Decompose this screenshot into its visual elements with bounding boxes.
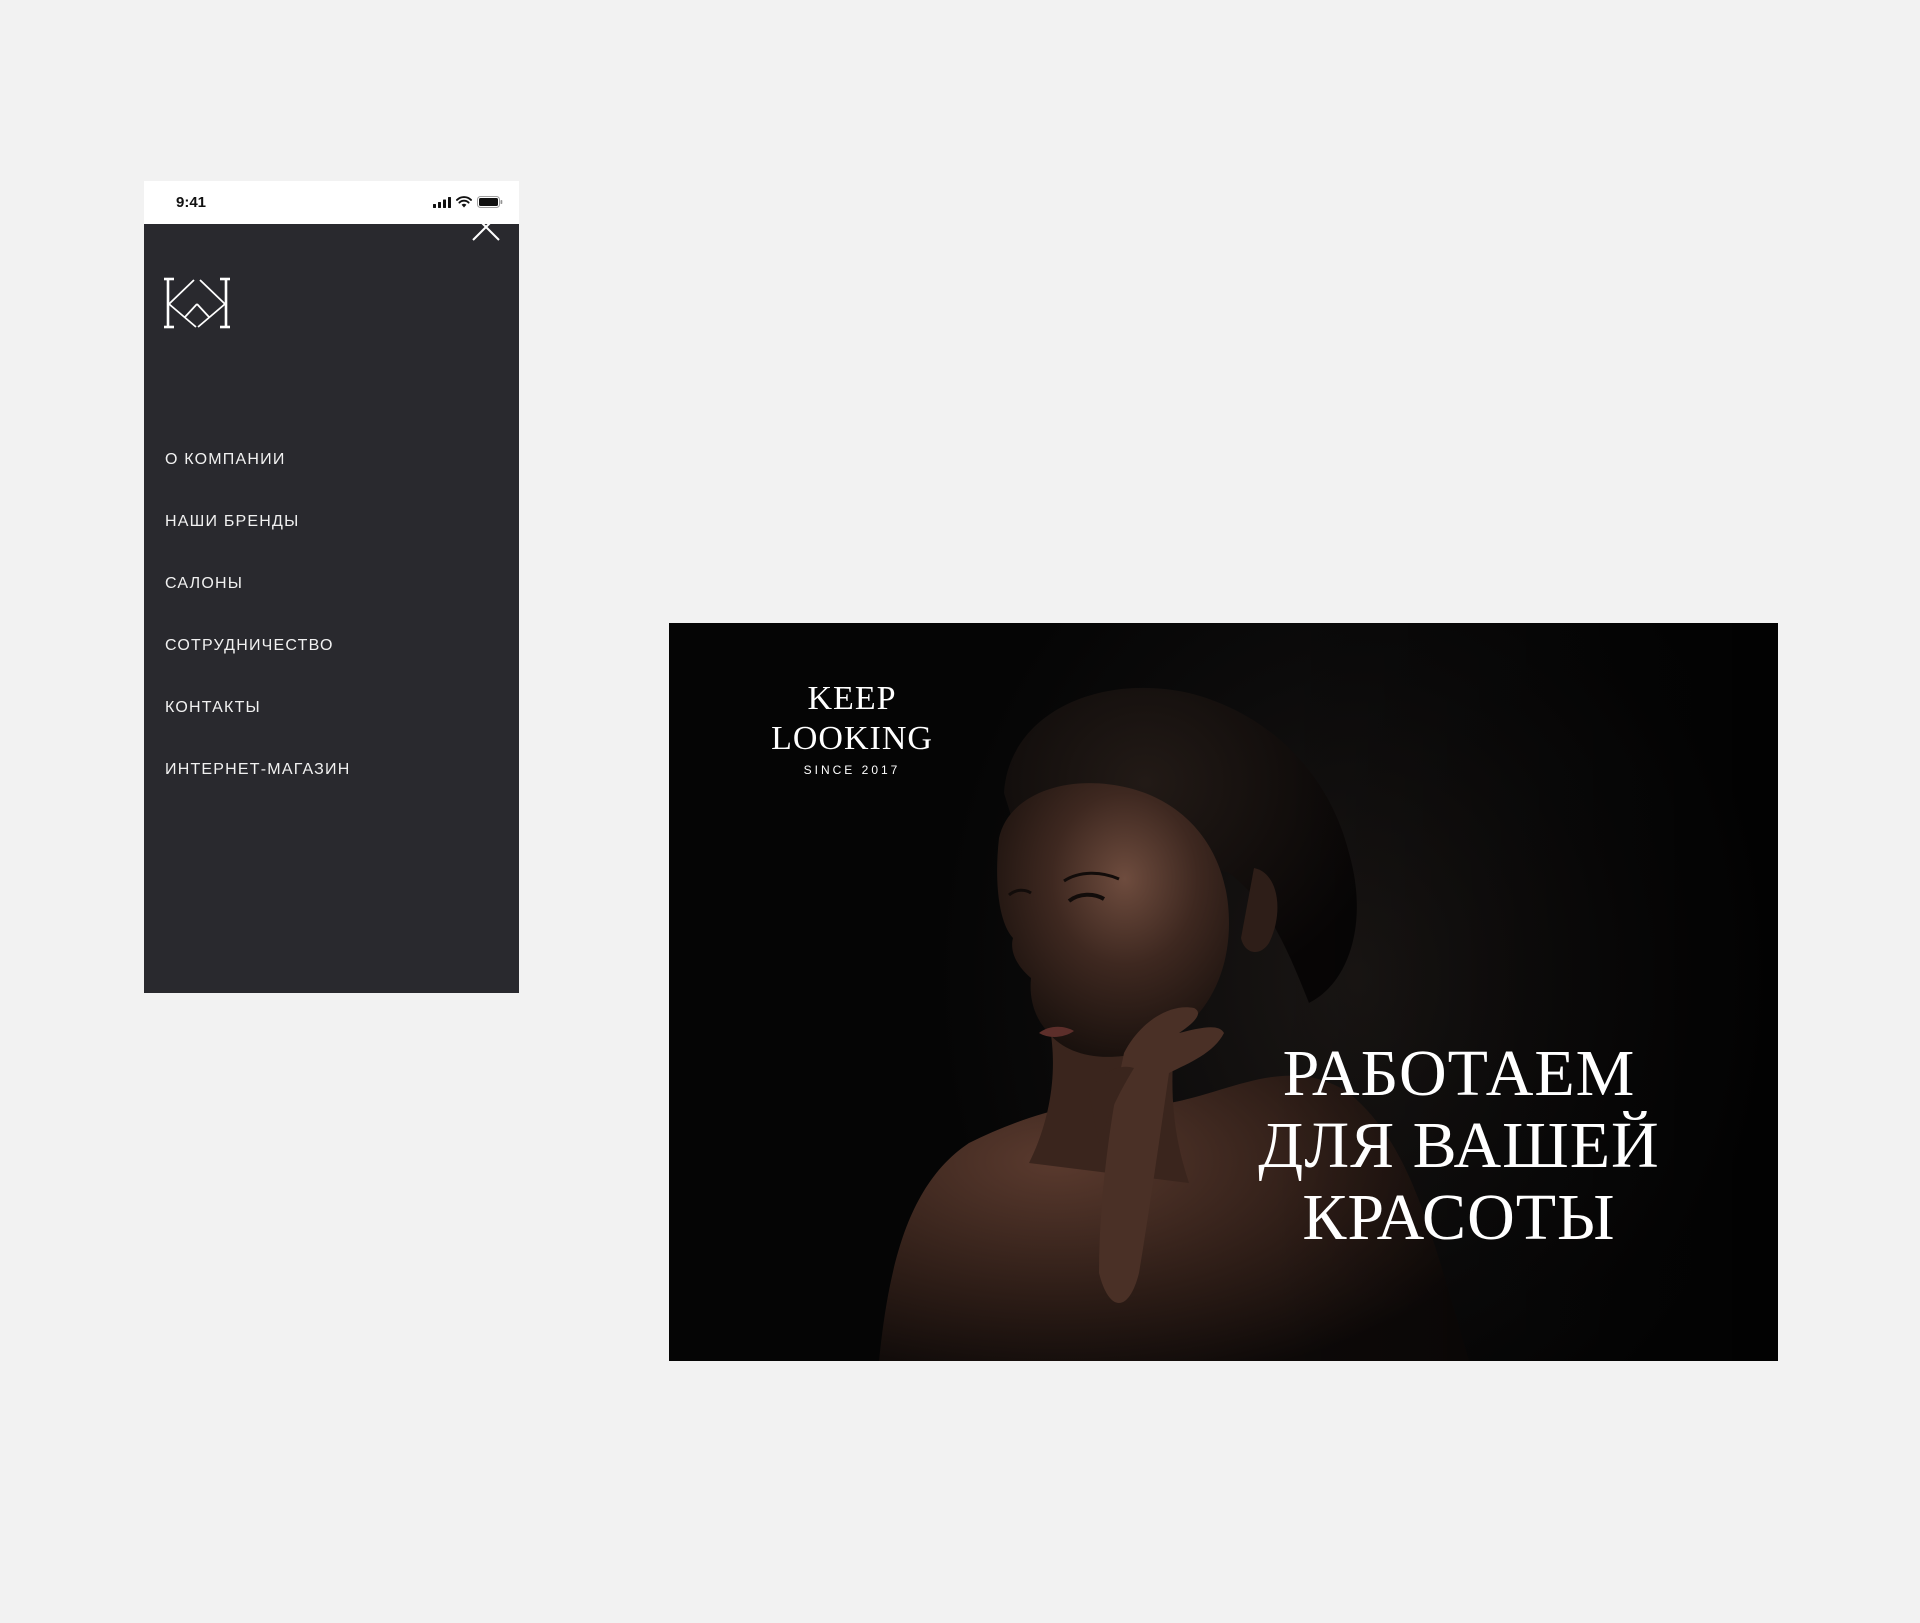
brand-monogram-logo[interactable] <box>164 277 230 329</box>
headline-line-2: ДЛЯ ВАШЕЙ <box>1258 1109 1660 1182</box>
status-icons <box>433 196 503 208</box>
cellular-signal-icon <box>433 196 451 208</box>
status-bar: 9:41 <box>144 181 519 224</box>
status-time: 9:41 <box>176 194 207 211</box>
brand-since: SINCE 2017 <box>803 763 901 777</box>
battery-icon <box>477 196 503 208</box>
brand-name: KEEP LOOKING <box>771 680 933 757</box>
wifi-icon <box>456 196 472 208</box>
menu-item-about[interactable]: О КОМПАНИИ <box>165 449 351 511</box>
mobile-menu-screen: 9:41 О КОМПАНИИ НАШИ БРЕНДЫ САЛОНЫ СОТРУ… <box>144 181 519 993</box>
close-icon <box>472 213 500 241</box>
menu-item-online-store[interactable]: ИНТЕРНЕТ-МАГАЗИН <box>165 759 351 821</box>
headline-line-3: КРАСОТЫ <box>1302 1181 1616 1254</box>
headline-line-1: РАБОТАЕМ <box>1282 1037 1636 1110</box>
hero-headline: РАБОТАЕМ ДЛЯ ВАШЕЙ КРАСОТЫ <box>1229 1038 1689 1254</box>
close-menu-button[interactable] <box>471 212 501 242</box>
menu-item-brands[interactable]: НАШИ БРЕНДЫ <box>165 511 351 573</box>
main-navigation-menu: О КОМПАНИИ НАШИ БРЕНДЫ САЛОНЫ СОТРУДНИЧЕ… <box>165 449 351 821</box>
brand-logo[interactable]: KEEP LOOKING SINCE 2017 <box>727 679 977 777</box>
menu-item-salons[interactable]: САЛОНЫ <box>165 573 351 635</box>
menu-item-partnership[interactable]: СОТРУДНИЧЕСТВО <box>165 635 351 697</box>
menu-item-contacts[interactable]: КОНТАКТЫ <box>165 697 351 759</box>
hero-banner: KEEP LOOKING SINCE 2017 РАБОТАЕМ ДЛЯ ВАШ… <box>669 623 1778 1361</box>
